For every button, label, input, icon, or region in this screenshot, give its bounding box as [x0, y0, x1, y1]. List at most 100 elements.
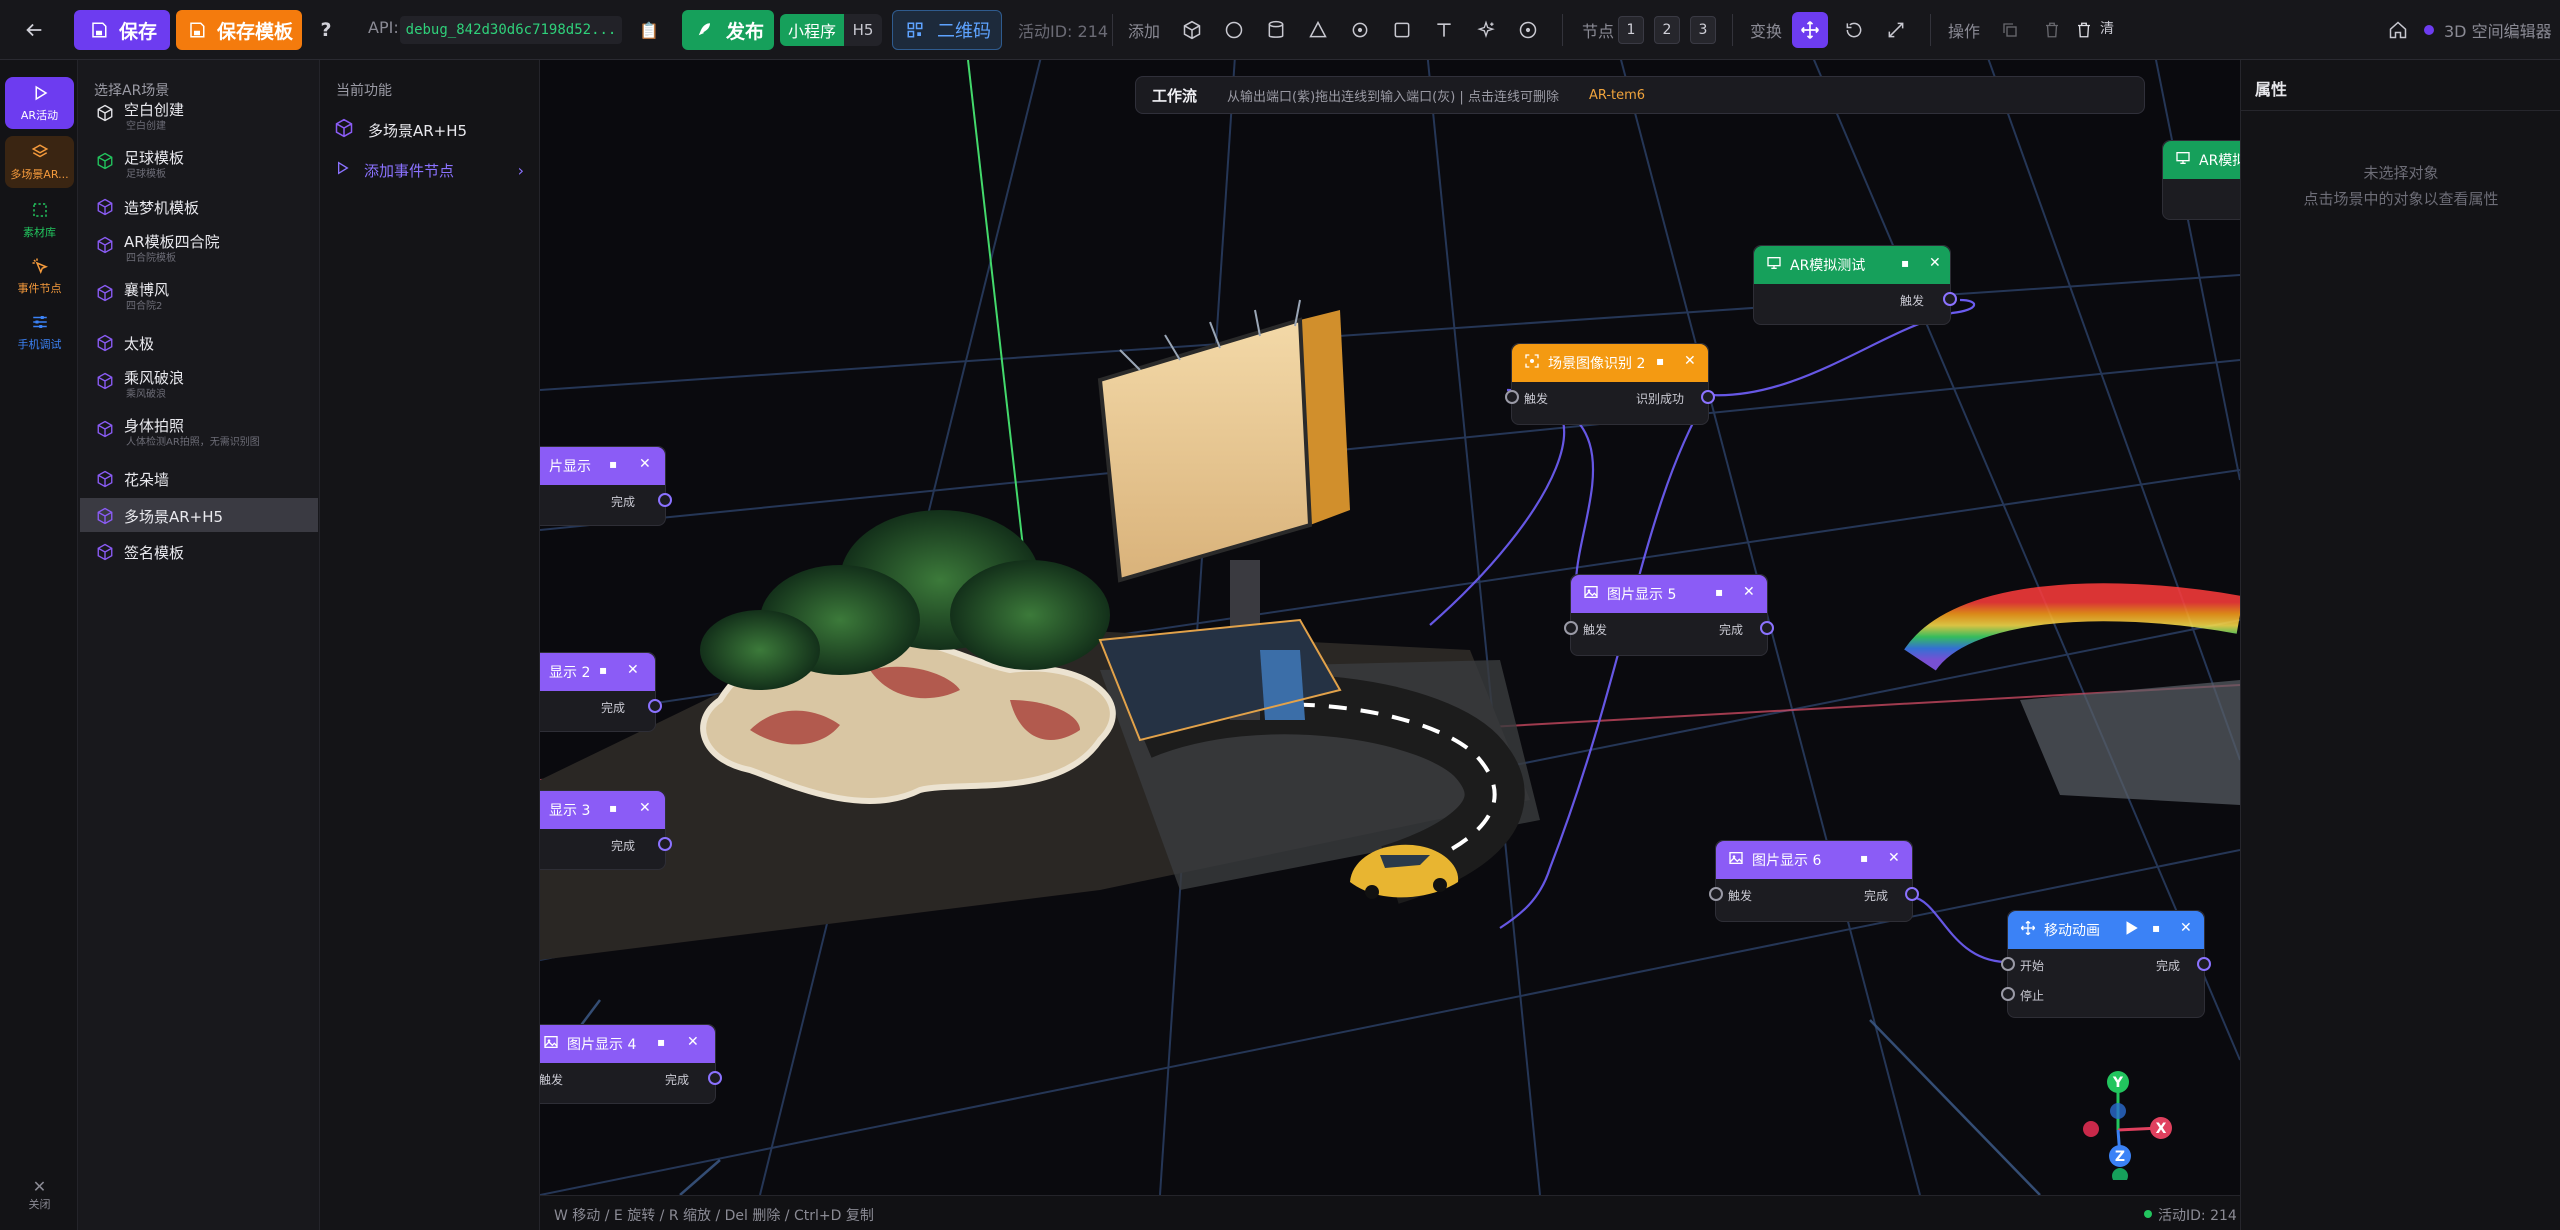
- close-icon[interactable]: ✕: [687, 1034, 699, 1050]
- back-arrow-icon[interactable]: [14, 10, 54, 50]
- minimize-icon[interactable]: ▪: [1860, 851, 1868, 865]
- cube-icon: [96, 104, 114, 126]
- scene-item[interactable]: 太极: [80, 325, 318, 359]
- minimize-icon[interactable]: ▪: [1656, 354, 1664, 368]
- close-icon[interactable]: ✕: [1929, 255, 1941, 271]
- output-port[interactable]: [1701, 390, 1715, 404]
- current-function-item[interactable]: 多场景AR+H5: [334, 115, 534, 145]
- scene-item[interactable]: 身体拍照 人体检测AR拍照，无需识别图: [80, 411, 318, 448]
- close-icon[interactable]: ✕: [639, 800, 651, 816]
- node-image-show-6[interactable]: 图片显示 6 ▪ ✕ 触发 完成: [1709, 840, 1919, 922]
- nav-close[interactable]: ✕ 关闭: [5, 1168, 74, 1220]
- minimize-icon[interactable]: ▪: [1715, 585, 1723, 599]
- input-port[interactable]: [1564, 621, 1578, 635]
- rotate-tool-icon[interactable]: [1842, 18, 1866, 42]
- scene-item[interactable]: 襄博风 四合院2: [80, 275, 318, 312]
- output-port[interactable]: [648, 699, 662, 713]
- output-port[interactable]: [1905, 887, 1919, 901]
- save-button[interactable]: 保存: [74, 10, 170, 50]
- save-template-button[interactable]: 保存模板: [176, 10, 302, 50]
- axis-gizmo[interactable]: Y X Z: [2070, 1070, 2180, 1180]
- node-page-3[interactable]: 3: [1690, 16, 1716, 44]
- api-key-field[interactable]: debug_842d30d6c7198d52...: [400, 16, 622, 44]
- text-icon[interactable]: [1432, 18, 1456, 42]
- close-icon[interactable]: ✕: [639, 456, 651, 472]
- scene-item[interactable]: 造梦机模板: [80, 189, 318, 223]
- close-icon[interactable]: ✕: [1888, 850, 1900, 866]
- clear-all-icon[interactable]: [2072, 18, 2096, 42]
- clipboard-icon[interactable]: 📋: [636, 10, 662, 50]
- nav-multi-scene[interactable]: 多场景AR...: [5, 136, 74, 188]
- close-icon[interactable]: ✕: [1743, 584, 1755, 600]
- node-image-show-2[interactable]: 显示 2 ▪ ✕ 完成: [540, 652, 662, 732]
- cylinder-icon[interactable]: [1264, 18, 1288, 42]
- input-port[interactable]: [1505, 390, 1519, 404]
- add-event-node-button[interactable]: 添加事件节点 ›: [334, 155, 534, 185]
- help-button[interactable]: ?: [312, 10, 340, 50]
- scene-item[interactable]: 乘风破浪 乘风破浪: [80, 363, 318, 400]
- cone-icon[interactable]: [1306, 18, 1330, 42]
- move-tool-icon[interactable]: [1792, 12, 1828, 48]
- output-port[interactable]: [658, 837, 672, 851]
- node-ar-sim-test[interactable]: AR模拟测试 ▪ ✕ 触发: [1753, 245, 1957, 325]
- scene-item[interactable]: 足球模板 足球模板: [80, 143, 318, 180]
- node-image-show-3[interactable]: 显示 3 ▪ ✕ 完成: [540, 790, 672, 870]
- node-image-show-4[interactable]: 图片显示 4 ▪ ✕ 触发 完成: [540, 1024, 722, 1104]
- node-image-show-5[interactable]: 图片显示 5 ▪ ✕ 触发 完成: [1564, 574, 1774, 656]
- input-port[interactable]: [2001, 987, 2015, 1001]
- image-icon: [543, 1034, 559, 1054]
- scale-tool-icon[interactable]: [1884, 18, 1908, 42]
- output-port[interactable]: [708, 1071, 722, 1085]
- node-move-animation[interactable]: 移动动画 ▪ ✕ 开始 完成 停止: [2001, 910, 2211, 1018]
- sparkle-icon[interactable]: [1474, 18, 1498, 42]
- scene-canvas[interactable]: [540, 60, 2240, 1195]
- scene-item[interactable]: 多场景AR+H5: [80, 498, 318, 532]
- scene-item[interactable]: 花朵墙: [80, 461, 318, 495]
- delete-icon[interactable]: [2040, 18, 2064, 42]
- monitor-icon: [1766, 255, 1782, 275]
- publish-button[interactable]: 发布: [682, 10, 774, 50]
- nav-event-nodes[interactable]: 事件节点: [5, 250, 74, 302]
- 3d-viewport[interactable]: 工作流 从输出端口(紫)拖出连线到输入端口(灰) | 点击连线可删除 AR-te…: [540, 60, 2240, 1195]
- scene-item[interactable]: 签名模板: [80, 534, 318, 568]
- input-port[interactable]: [1943, 292, 1957, 306]
- minimize-icon[interactable]: ▪: [1901, 256, 1909, 270]
- gizmo-y-label: Y: [2112, 1075, 2124, 1091]
- node-scene-recognition-2[interactable]: 场景图像识别 2 ▪ ✕ 触发 识别成功: [1505, 343, 1715, 425]
- output-port[interactable]: [2197, 957, 2211, 971]
- node-page-1[interactable]: 1: [1618, 16, 1644, 44]
- minimize-icon[interactable]: ▪: [609, 457, 617, 471]
- nav-ar-activity[interactable]: AR活动: [5, 77, 74, 129]
- mini-program-toggle[interactable]: 小程序: [780, 14, 844, 46]
- h5-toggle[interactable]: H5: [844, 14, 882, 46]
- minimize-icon[interactable]: ▪: [609, 801, 617, 815]
- nav-phone-debug[interactable]: 手机调试: [5, 306, 74, 358]
- plane-icon[interactable]: [1390, 18, 1414, 42]
- input-port[interactable]: [1709, 887, 1723, 901]
- sphere-icon[interactable]: [1222, 18, 1246, 42]
- home-icon[interactable]: [2386, 18, 2410, 42]
- close-icon[interactable]: ✕: [1684, 353, 1696, 369]
- scene-item[interactable]: 空白创建 空白创建: [80, 95, 318, 132]
- minimize-icon[interactable]: ▪: [599, 663, 607, 677]
- scene-item[interactable]: AR模板四合院 四合院模板: [80, 227, 318, 264]
- target-icon[interactable]: [1516, 18, 1540, 42]
- qrcode-button[interactable]: 二维码: [892, 10, 1002, 50]
- nav-asset-library[interactable]: 素材库: [5, 194, 74, 246]
- output-port[interactable]: [658, 493, 672, 507]
- input-port[interactable]: [2001, 957, 2015, 971]
- output-port[interactable]: [1760, 621, 1774, 635]
- node-page-2[interactable]: 2: [1654, 16, 1680, 44]
- minimize-icon[interactable]: ▪: [2152, 921, 2160, 935]
- cube-icon[interactable]: [1180, 18, 1204, 42]
- node-image-show-1[interactable]: 片显示 ▪ ✕ 完成: [540, 446, 672, 526]
- play-icon[interactable]: [2122, 919, 2140, 941]
- close-icon[interactable]: ✕: [2180, 920, 2192, 936]
- minimize-icon[interactable]: ▪: [657, 1035, 665, 1049]
- copy-icon[interactable]: [1998, 18, 2022, 42]
- torus-icon[interactable]: [1348, 18, 1372, 42]
- node-ar-sim-2[interactable]: AR模拟: [2162, 140, 2240, 220]
- save-icon: [87, 18, 111, 42]
- close-icon[interactable]: ✕: [627, 662, 639, 678]
- clear-label[interactable]: 清: [2100, 18, 2114, 38]
